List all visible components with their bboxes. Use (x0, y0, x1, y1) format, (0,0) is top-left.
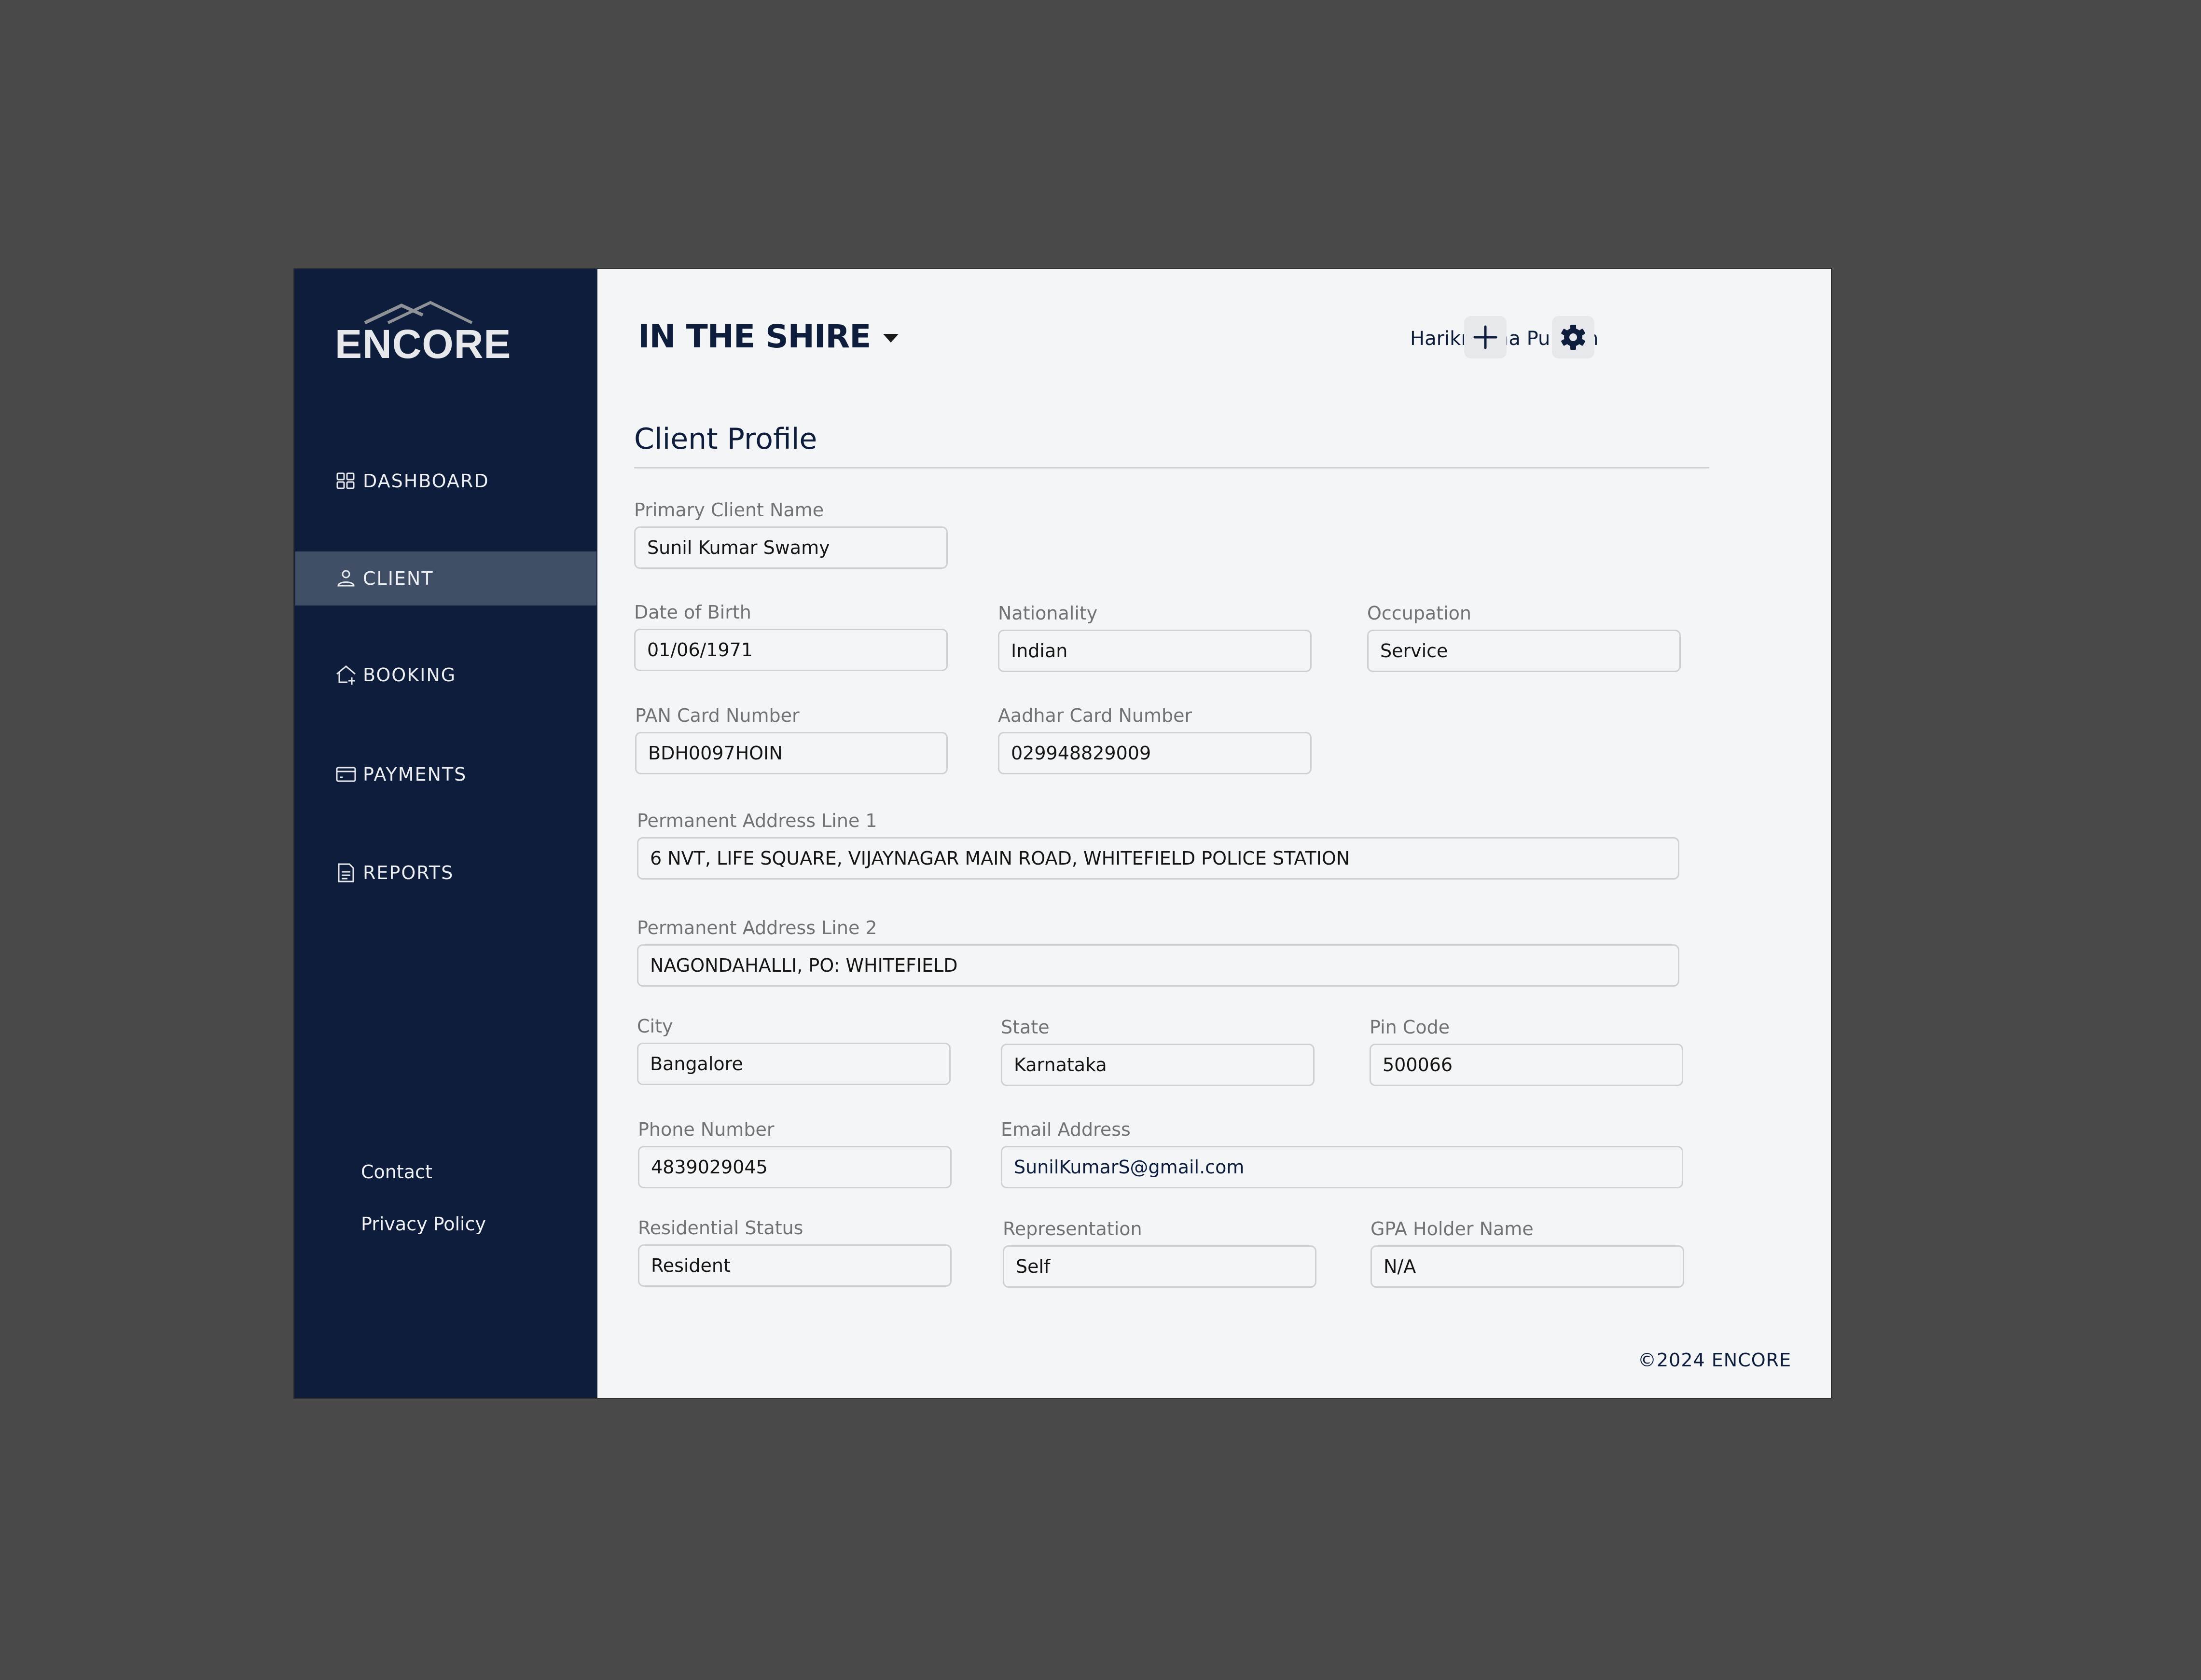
representation-input[interactable]: Self (1003, 1245, 1316, 1288)
settings-button[interactable] (1552, 316, 1594, 358)
pin-code-input[interactable]: 500066 (1370, 1044, 1683, 1086)
sidebar-item-reports[interactable]: REPORTS (295, 846, 596, 900)
occupation-input[interactable]: Service (1367, 630, 1681, 672)
field-label: City (637, 1016, 673, 1037)
field-label: Representation (1003, 1218, 1142, 1239)
email-input[interactable]: SunilKumarS@gmail.com (1001, 1146, 1683, 1188)
document-icon (335, 862, 357, 884)
field-label: Nationality (998, 603, 1098, 624)
user-icon (335, 567, 357, 590)
city-input[interactable]: Bangalore (637, 1043, 951, 1085)
state-input[interactable]: Karnataka (1001, 1044, 1315, 1086)
logo[interactable]: ENCORE (335, 301, 512, 367)
nationality-field: Nationality Indian (998, 603, 1312, 672)
plus-icon (1473, 325, 1497, 349)
gpa-holder-field: GPA Holder Name N/A (1370, 1218, 1684, 1288)
project-name: IN THE SHIRE (638, 318, 871, 355)
sidebar-item-payments[interactable]: PAYMENTS (295, 747, 596, 801)
sidebar-item-label: PAYMENTS (363, 764, 467, 785)
sidebar: ENCORE DASHBOARD CLIENT BOOKING PAYMENTS… (294, 269, 597, 1398)
primary-client-name-input[interactable]: Sunil Kumar Swamy (634, 526, 948, 569)
field-label: State (1001, 1017, 1050, 1038)
contact-link[interactable]: Contact (361, 1161, 486, 1184)
representation-field: Representation Self (1003, 1218, 1316, 1288)
state-field: State Karnataka (1001, 1017, 1315, 1086)
house-plus-icon (335, 664, 357, 686)
main-content: IN THE SHIRE Harikrishna Pulgam Client P… (597, 269, 1831, 1398)
address-line2-input[interactable]: NAGONDAHALLI, PO: WHITEFIELD (637, 944, 1679, 987)
sidebar-item-booking[interactable]: BOOKING (295, 648, 596, 702)
sidebar-footer: Contact Privacy Policy (361, 1161, 486, 1266)
sidebar-item-client[interactable]: CLIENT (295, 551, 596, 606)
field-label: Occupation (1367, 603, 1471, 624)
privacy-policy-link[interactable]: Privacy Policy (361, 1213, 486, 1237)
credit-card-icon (335, 763, 357, 785)
field-label: Permanent Address Line 1 (637, 810, 877, 831)
copyright: ©2024 ENCORE (1638, 1350, 1792, 1371)
field-label: Primary Client Name (634, 499, 824, 521)
field-label: Residential Status (638, 1217, 803, 1239)
caret-down-icon (883, 333, 899, 343)
address-line2-field: Permanent Address Line 2 NAGONDAHALLI, P… (637, 917, 1679, 987)
phone-field: Phone Number 4839029045 (638, 1119, 952, 1188)
page-title: Client Profile (634, 422, 817, 456)
email-field: Email Address SunilKumarS@gmail.com (1001, 1119, 1683, 1188)
field-label: Email Address (1001, 1119, 1131, 1140)
aadhar-field: Aadhar Card Number 029948829009 (998, 705, 1312, 774)
field-label: Pin Code (1370, 1017, 1450, 1038)
occupation-field: Occupation Service (1367, 603, 1681, 672)
city-field: City Bangalore (637, 1016, 951, 1085)
dob-field: Date of Birth 01/06/1971 (634, 602, 948, 671)
sidebar-item-dashboard[interactable]: DASHBOARD (295, 454, 596, 508)
field-label: Permanent Address Line 2 (637, 917, 877, 938)
residential-status-input[interactable]: Resident (638, 1244, 952, 1287)
field-label: Date of Birth (634, 602, 751, 623)
aadhar-input[interactable]: 029948829009 (998, 732, 1312, 774)
pan-field: PAN Card Number BDH0097HOIN (635, 705, 948, 774)
sidebar-item-label: REPORTS (363, 862, 454, 883)
sidebar-item-label: BOOKING (363, 664, 457, 686)
grid-icon (335, 470, 357, 492)
nationality-input[interactable]: Indian (998, 630, 1312, 672)
pin-code-field: Pin Code 500066 (1370, 1017, 1683, 1086)
project-selector[interactable]: IN THE SHIRE (638, 318, 899, 355)
phone-input[interactable]: 4839029045 (638, 1146, 952, 1188)
field-label: PAN Card Number (635, 705, 800, 726)
address-line1-input[interactable]: 6 NVT, LIFE SQUARE, VIJAYNAGAR MAIN ROAD… (637, 837, 1679, 880)
gear-icon (1561, 325, 1585, 350)
pan-input[interactable]: BDH0097HOIN (635, 732, 948, 774)
field-label: Aadhar Card Number (998, 705, 1192, 726)
residential-status-field: Residential Status Resident (638, 1217, 952, 1287)
primary-client-name-field: Primary Client Name Sunil Kumar Swamy (634, 499, 948, 569)
sidebar-item-label: DASHBOARD (363, 470, 489, 492)
field-label: GPA Holder Name (1370, 1218, 1534, 1239)
app-window: ENCORE DASHBOARD CLIENT BOOKING PAYMENTS… (294, 269, 1831, 1398)
gpa-holder-input[interactable]: N/A (1370, 1245, 1684, 1288)
sidebar-item-label: CLIENT (363, 568, 434, 589)
field-label: Phone Number (638, 1119, 775, 1140)
logo-text: ENCORE (335, 321, 512, 367)
address-line1-field: Permanent Address Line 1 6 NVT, LIFE SQU… (637, 810, 1679, 880)
add-button[interactable] (1464, 316, 1507, 358)
dob-input[interactable]: 01/06/1971 (634, 629, 948, 671)
title-divider (634, 467, 1709, 468)
